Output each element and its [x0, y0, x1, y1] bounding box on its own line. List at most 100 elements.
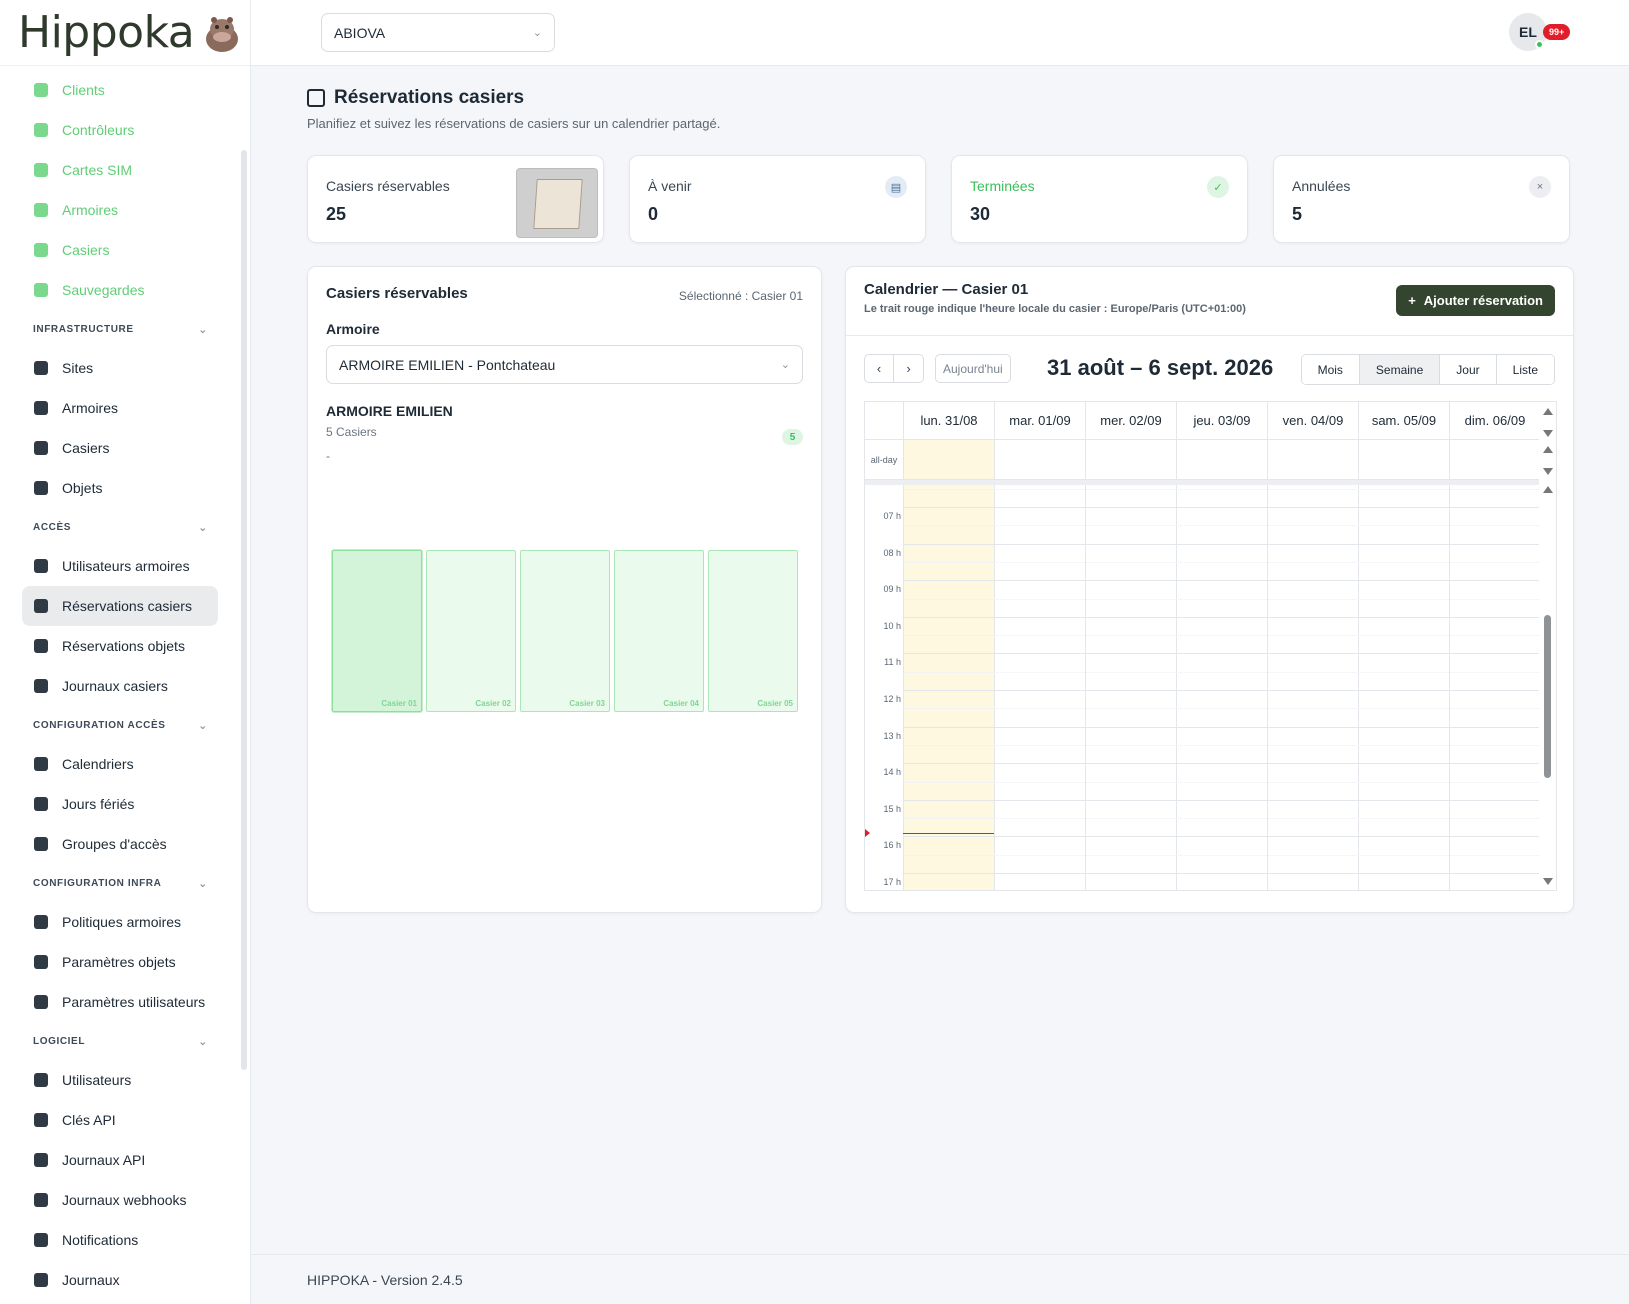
view-list-button[interactable]: Liste: [1495, 355, 1554, 384]
notification-badge[interactable]: 99+: [1543, 24, 1571, 40]
sidebar-item[interactable]: Groupes d'accès: [22, 824, 218, 864]
sidebar-item[interactable]: Objets: [22, 468, 218, 508]
day-column-header[interactable]: dim. 06/09: [1449, 402, 1540, 439]
stat-label: À venir: [648, 178, 692, 194]
scroll-down-icon[interactable]: [1543, 468, 1553, 475]
day-column[interactable]: [1085, 485, 1176, 890]
sidebar-section-title: CONFIGURATION INFRA: [33, 877, 162, 889]
sidebar-scrollbar[interactable]: [241, 150, 247, 1070]
sidebar-item[interactable]: Paramètres utilisateurs: [22, 982, 218, 1022]
day-column-header[interactable]: ven. 04/09: [1267, 402, 1358, 439]
scroll-up-icon[interactable]: [1543, 408, 1553, 415]
half-hour-line: [903, 561, 1541, 563]
sidebar-item[interactable]: Réservations casiers: [22, 586, 218, 626]
armoire-locker-count: 5 Casiers: [326, 425, 377, 439]
scroll-down-icon[interactable]: [1543, 430, 1553, 437]
stat-card-reservable: Casiers réservables 25: [307, 155, 604, 243]
day-column-header[interactable]: jeu. 03/09: [1176, 402, 1267, 439]
all-day-cell[interactable]: [1085, 440, 1176, 479]
sidebar-section-header[interactable]: INFRASTRUCTURE ⌄: [33, 310, 208, 348]
sidebar-item[interactable]: Clés API: [22, 1100, 218, 1140]
sidebar-item[interactable]: Paramètres objets: [22, 942, 218, 982]
sidebar-item[interactable]: Sites: [22, 348, 218, 388]
sidebar-section-header[interactable]: CONFIGURATION ACCÈS ⌄: [33, 706, 208, 744]
next-week-button[interactable]: ›: [894, 354, 924, 383]
half-hour-line: [903, 818, 1541, 820]
day-column-header[interactable]: mar. 01/09: [994, 402, 1085, 439]
day-column[interactable]: [903, 485, 994, 890]
sidebar-item[interactable]: Armoires: [22, 388, 218, 428]
view-week-button[interactable]: Semaine: [1358, 355, 1440, 384]
half-hour-line: [903, 671, 1541, 673]
locker-tile[interactable]: Casier 04: [614, 550, 704, 712]
day-column[interactable]: [1358, 485, 1449, 890]
sidebar-item[interactable]: Casiers: [22, 428, 218, 468]
sidebar-item-label: Réservations objets: [62, 638, 185, 654]
scrollbar-thumb[interactable]: [1544, 615, 1551, 778]
locker-tile[interactable]: Casier 02: [426, 550, 516, 712]
scroll-up-icon[interactable]: [1543, 446, 1553, 453]
prev-week-button[interactable]: ‹: [864, 354, 894, 383]
day-column[interactable]: [1176, 485, 1267, 890]
day-column-header[interactable]: mer. 02/09: [1085, 402, 1176, 439]
add-reservation-button[interactable]: + Ajouter réservation: [1396, 285, 1555, 316]
sidebar-item-label: Armoires: [62, 400, 119, 416]
all-day-cell[interactable]: [1358, 440, 1449, 479]
date-range-title: 31 août – 6 sept. 2026: [1047, 355, 1274, 380]
day-column-header[interactable]: lun. 31/08: [903, 402, 994, 439]
sidebar-item[interactable]: Utilisateurs armoires: [22, 546, 218, 586]
day-column-header[interactable]: sam. 05/09: [1358, 402, 1449, 439]
half-hour-line: [903, 488, 1541, 490]
all-day-label: all-day: [870, 454, 898, 465]
all-day-cell[interactable]: [1449, 440, 1540, 479]
hour-line: [903, 799, 1541, 801]
day-column[interactable]: [1267, 485, 1358, 890]
sidebar-item[interactable]: Clients: [22, 70, 218, 110]
sidebar-item[interactable]: Notifications: [22, 1220, 218, 1260]
sidebar-item[interactable]: Contrôleurs: [22, 110, 218, 150]
all-day-cell[interactable]: [994, 440, 1085, 479]
day-column[interactable]: [994, 485, 1085, 890]
locker-tile[interactable]: Casier 05: [708, 550, 798, 712]
sidebar-item[interactable]: Journaux API: [22, 1140, 218, 1180]
calendar-scrollbar[interactable]: [1539, 402, 1556, 890]
view-day-button[interactable]: Jour: [1439, 355, 1496, 384]
calendar-panel: Calendrier — Casier 01 Le trait rouge in…: [845, 266, 1574, 913]
sidebar-section-header[interactable]: SÉCURITÉ⌄: [33, 1300, 208, 1304]
sidebar-item[interactable]: Calendriers: [22, 744, 218, 784]
all-day-cell[interactable]: [1267, 440, 1358, 479]
brand-name: Hippoka: [18, 7, 195, 58]
all-day-cell[interactable]: [903, 440, 994, 479]
sidebar-item[interactable]: Casiers: [22, 230, 218, 270]
org-select[interactable]: ABIOVA ⌄: [321, 13, 555, 52]
sidebar-item[interactable]: Sauvegardes: [22, 270, 218, 310]
time-grid[interactable]: 07 h 08 h 09 h 10 h 11 h 12 h 13 h 14 h 15 h 16 h…: [865, 485, 1541, 890]
scroll-up-icon[interactable]: [1543, 486, 1553, 493]
sidebar-item[interactable]: Journaux webhooks: [22, 1180, 218, 1220]
sidebar-item-label: Objets: [62, 480, 103, 496]
logo[interactable]: Hippoka: [0, 0, 250, 66]
locker-tile[interactable]: Casier 03: [520, 550, 610, 712]
sidebar-item-label: Contrôleurs: [62, 122, 135, 138]
cabinet-icon: [34, 401, 48, 415]
sidebar-section-header[interactable]: LOGICIEL ⌄: [33, 1022, 208, 1060]
sidebar-item[interactable]: Réservations objets: [22, 626, 218, 666]
all-day-cell[interactable]: [1176, 440, 1267, 479]
sidebar-item[interactable]: Utilisateurs: [22, 1060, 218, 1100]
armoire-select[interactable]: ARMOIRE EMILIEN - Pontchateau ⌄: [326, 345, 803, 384]
view-month-button[interactable]: Mois: [1301, 355, 1359, 384]
scroll-down-icon[interactable]: [1543, 878, 1553, 885]
sidebar-section-header[interactable]: CONFIGURATION INFRA ⌄: [33, 864, 208, 902]
sidebar-item[interactable]: Armoires: [22, 190, 218, 230]
sidebar-item[interactable]: Cartes SIM: [22, 150, 218, 190]
sidebar-item[interactable]: Jours fériés: [22, 784, 218, 824]
day-column[interactable]: [1449, 485, 1540, 890]
sidebar-item[interactable]: Politiques armoires: [22, 902, 218, 942]
half-hour-line: [903, 781, 1541, 783]
locker-tile[interactable]: Casier 01: [332, 550, 422, 712]
sidebar-item-label: Utilisateurs: [62, 1072, 132, 1088]
sidebar-section-header[interactable]: ACCÈS ⌄: [33, 508, 208, 546]
today-button[interactable]: Aujourd'hui: [935, 354, 1011, 383]
sidebar-item[interactable]: Journaux casiers: [22, 666, 218, 706]
sidebar-item[interactable]: Journaux: [22, 1260, 218, 1300]
